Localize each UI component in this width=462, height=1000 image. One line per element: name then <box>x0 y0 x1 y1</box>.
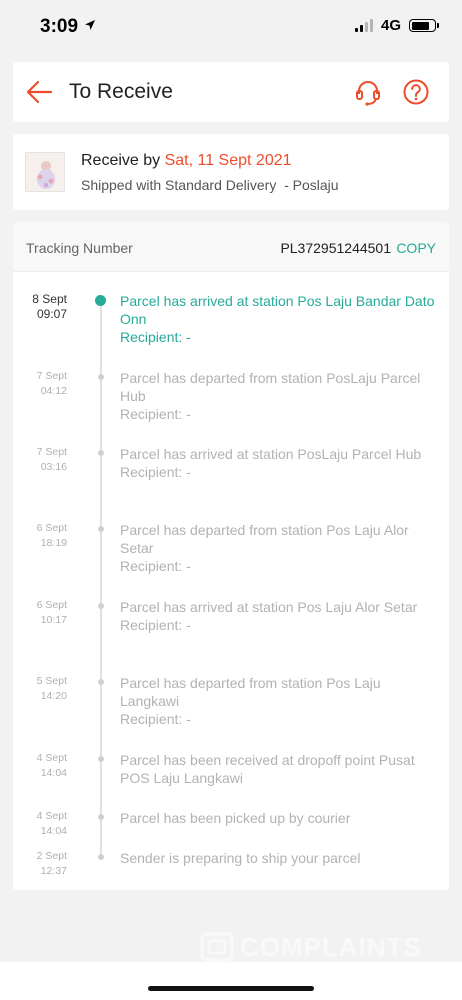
shipping-method: Shipped with Standard Delivery - Poslaju <box>81 177 339 193</box>
header-bar: To Receive <box>13 62 449 122</box>
event-recipient: Recipient: - <box>120 617 191 633</box>
timeline-dot <box>98 854 104 860</box>
estimated-delivery: Receive by Sat, 11 Sept 2021 <box>81 152 292 170</box>
page-title: To Receive <box>69 80 173 103</box>
network-label: 4G <box>380 17 401 34</box>
home-indicator[interactable] <box>148 986 314 991</box>
tracking-number-row: Tracking Number PL372951244501 COPY <box>13 222 449 272</box>
status-indicators: 4G <box>354 17 439 34</box>
timeline-dot <box>98 603 104 609</box>
copy-button[interactable]: COPY <box>396 240 436 256</box>
event-date: 4 Sept 14:04 <box>36 752 67 779</box>
event-description: Parcel has arrived at station Pos Laju B… <box>120 292 438 346</box>
receive-by-label: Receive by <box>81 152 165 169</box>
timeline-line <box>100 300 102 858</box>
home-bar-area <box>0 962 462 1000</box>
status-time: 3:09 <box>40 16 79 37</box>
event-description: Parcel has departed from station Pos Laj… <box>120 521 438 575</box>
product-image-icon <box>26 153 64 191</box>
event-recipient: Recipient: - <box>120 464 191 480</box>
timeline-dot <box>98 450 104 456</box>
event-description: Parcel has departed from station Pos Laj… <box>120 674 438 728</box>
event-date: 7 Sept 03:16 <box>36 446 67 473</box>
question-mark-icon <box>403 79 429 105</box>
event-date: 6 Sept 10:17 <box>36 599 67 626</box>
event-recipient: Recipient: - <box>120 711 191 727</box>
timeline-dot <box>98 526 104 532</box>
event-recipient: Recipient: - <box>120 558 191 574</box>
watermark-text: COMPLAINTS <box>240 932 422 962</box>
tracking-number-value: PL372951244501 <box>280 240 391 256</box>
signal-icon <box>354 19 373 32</box>
event-date: 2 Sept 12:37 <box>36 850 67 877</box>
receive-date: Sat, 11 Sept 2021 <box>164 152 292 169</box>
event-description: Parcel has departed from station PosLaju… <box>120 369 438 423</box>
customer-support-button[interactable] <box>353 77 383 107</box>
product-thumbnail <box>25 152 65 192</box>
timeline-dot <box>98 679 104 685</box>
timeline-dot <box>98 756 104 762</box>
event-description: Parcel has been received at dropoff poin… <box>120 752 415 786</box>
event-recipient: Recipient: - <box>120 406 191 422</box>
event-description: Parcel has arrived at station Pos Laju A… <box>120 598 438 634</box>
timeline-dot <box>98 814 104 820</box>
timeline-dot <box>98 374 104 380</box>
watermark-logo-icon <box>200 932 234 962</box>
tracking-number-label: Tracking Number <box>26 240 133 256</box>
event-date: 4 Sept 14:04 <box>36 810 67 837</box>
headset-icon <box>356 81 380 106</box>
battery-icon <box>409 19 439 32</box>
event-description: Parcel has arrived at station PosLaju Pa… <box>120 445 438 481</box>
event-description: Sender is preparing to ship your parcel <box>120 850 361 866</box>
back-arrow-icon <box>26 80 53 104</box>
status-bar: 3:09 4G <box>0 0 462 52</box>
location-arrow-icon <box>85 20 95 30</box>
event-recipient: Recipient: - <box>120 329 191 345</box>
event-date: 7 Sept 04:12 <box>36 370 67 397</box>
back-button[interactable] <box>25 78 55 106</box>
event-date: 6 Sept 18:19 <box>36 522 67 549</box>
event-date: 5 Sept 14:20 <box>36 675 67 702</box>
event-description: Parcel has been picked up by courier <box>120 810 351 826</box>
tracking-card: Tracking Number PL372951244501 COPY 8 Se… <box>13 222 449 890</box>
help-button[interactable] <box>401 77 431 107</box>
timeline-dot <box>95 295 106 306</box>
delivery-info-card[interactable]: Receive by Sat, 11 Sept 2021 Shipped wit… <box>13 134 449 210</box>
event-date: 8 Sept 09:07 <box>32 292 67 321</box>
